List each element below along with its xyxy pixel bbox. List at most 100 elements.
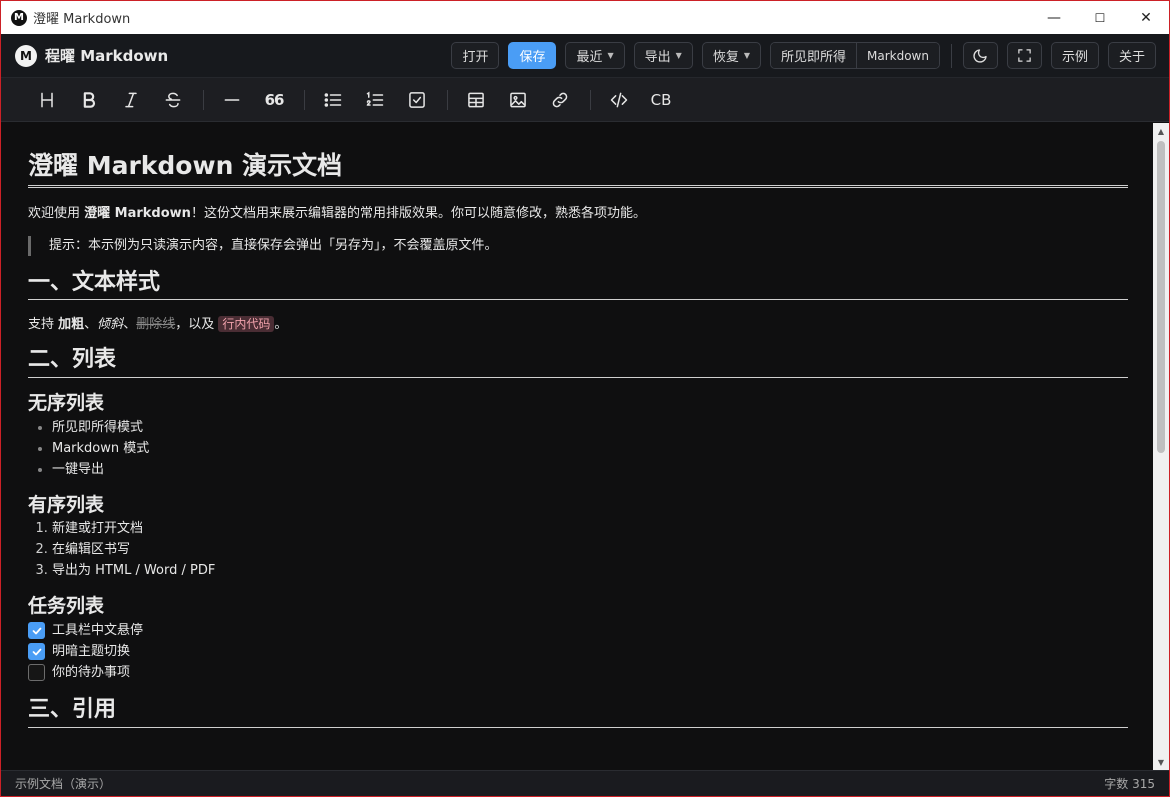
- brand-name: 程曜 Markdown: [45, 47, 169, 65]
- app-logo-icon: M: [11, 9, 27, 26]
- status-document-name: 示例文档（演示）: [15, 777, 112, 791]
- about-button[interactable]: 关于: [1107, 42, 1156, 69]
- list-item: 在编辑区书写: [52, 539, 1128, 560]
- italic-button[interactable]: [113, 85, 149, 115]
- export-dropdown[interactable]: 导出 ▼: [633, 42, 693, 69]
- table-button[interactable]: [458, 85, 494, 115]
- intro-text: ！这份文档用来展示编辑器的常用排版效果。你可以随意修改，熟悉各项功能。: [190, 206, 646, 221]
- task-label: 工具栏中文悬停: [52, 623, 144, 639]
- open-button[interactable]: 打开: [451, 42, 500, 69]
- image-button[interactable]: [500, 85, 536, 115]
- toolbar-divider: [590, 89, 591, 110]
- inline-code-button[interactable]: [601, 85, 637, 115]
- task-checkbox-checked[interactable]: [28, 622, 45, 640]
- toolbar-divider: [203, 89, 204, 110]
- mode-switch: 所见即所得 Markdown: [769, 42, 940, 69]
- horizontal-rule-icon: [224, 98, 240, 101]
- code-block-button[interactable]: CB: [643, 85, 679, 115]
- strikethrough-button[interactable]: [155, 85, 191, 115]
- status-bar: 示例文档（演示） 字数 315: [1, 770, 1169, 796]
- scrollbar-thumb[interactable]: [1157, 141, 1165, 453]
- recent-dropdown[interactable]: 最近 ▼: [565, 42, 625, 69]
- editor-scrollbar[interactable]: ▲ ▼: [1153, 123, 1169, 770]
- fullscreen-button[interactable]: [1006, 42, 1042, 69]
- scroll-down-icon[interactable]: ▼: [1153, 754, 1169, 770]
- intro-bold: 澄曜 Markdown: [84, 206, 191, 221]
- close-button[interactable]: ✕: [1123, 1, 1169, 34]
- italic-icon: [125, 92, 137, 107]
- heading-button[interactable]: [29, 85, 65, 115]
- intro-text: 欢迎使用: [28, 206, 85, 221]
- brand-logo-icon: M: [15, 44, 37, 67]
- editor-area[interactable]: 澄曜 Markdown 演示文档 欢迎使用 澄曜 Markdown！这份文档用来…: [1, 123, 1153, 770]
- section-heading-quote: 三、引用: [28, 697, 1128, 728]
- minimize-button[interactable]: —: [1031, 1, 1077, 34]
- toolbar-divider: [447, 89, 448, 110]
- task-item: 工具栏中文悬停: [28, 620, 1128, 641]
- scroll-up-icon[interactable]: ▲: [1153, 123, 1169, 139]
- brand: M 程曜 Markdown: [15, 44, 169, 67]
- link-icon: [552, 92, 568, 107]
- recent-label: 最近: [576, 50, 603, 65]
- section-heading-list: 二、列表: [28, 347, 1128, 378]
- caret-down-icon: ▼: [675, 51, 682, 60]
- quote-button[interactable]: 66: [256, 85, 292, 115]
- style-strike: 删除线: [136, 317, 176, 333]
- task-list: 工具栏中文悬停 明暗主题切换 你的待办事项: [28, 620, 1128, 683]
- check-icon: [32, 627, 41, 635]
- link-button[interactable]: [542, 85, 578, 115]
- quote-icon: 66: [264, 90, 285, 109]
- os-title-bar: M 澄曜 Markdown — ☐ ✕: [1, 1, 1169, 34]
- task-item: 明暗主题切换: [28, 641, 1128, 662]
- header-divider: [950, 43, 952, 68]
- maximize-button[interactable]: ☐: [1077, 1, 1123, 34]
- subheading-ordered: 有序列表: [28, 493, 105, 516]
- task-checkbox-checked[interactable]: [28, 643, 45, 661]
- bold-icon: [83, 91, 95, 108]
- restore-label: 恢复: [712, 50, 739, 65]
- mode-wysiwyg-button[interactable]: 所见即所得: [770, 43, 856, 68]
- subheading-tasks: 任务列表: [28, 595, 105, 618]
- app-window: M 澄曜 Markdown — ☐ ✕ M 程曜 Markdown 打开 保存 …: [1, 1, 1169, 796]
- unordered-list: 所见即所得模式 Markdown 模式 一键导出: [28, 417, 1128, 480]
- intro-paragraph: 欢迎使用 澄曜 Markdown！这份文档用来展示编辑器的常用排版效果。你可以随…: [28, 204, 1128, 224]
- task-checkbox-unchecked[interactable]: [28, 664, 45, 682]
- ordered-list: 新建或打开文档 在编辑区书写 导出为 HTML / Word / PDF: [28, 518, 1128, 581]
- style-text: 。: [274, 317, 288, 333]
- caret-down-icon: ▼: [607, 51, 614, 60]
- subheading-unordered: 无序列表: [28, 391, 105, 414]
- horizontal-rule-button[interactable]: [214, 85, 250, 115]
- style-inline-code: 行内代码: [218, 316, 275, 333]
- style-paragraph: 支持 加粗、倾斜、删除线，以及 行内代码。: [28, 314, 1128, 335]
- style-text: 支持: [28, 317, 59, 333]
- section-heading-text: 一、文本样式: [28, 270, 1128, 301]
- status-word-count: 字数 315: [1104, 777, 1155, 791]
- app-header: M 程曜 Markdown 打开 保存 最近 ▼ 导出 ▼ 恢复 ▼ 所见即所得 Ma…: [1, 34, 1169, 78]
- image-icon: [510, 92, 526, 107]
- theme-toggle-button[interactable]: [962, 42, 998, 69]
- fullscreen-icon: [1018, 49, 1031, 62]
- task-label: 你的待办事项: [52, 665, 131, 681]
- bullet-list-button[interactable]: [315, 85, 351, 115]
- style-text: 、: [123, 317, 137, 333]
- mode-markdown-button[interactable]: Markdown: [856, 43, 939, 68]
- list-item: 新建或打开文档: [52, 518, 1128, 539]
- list-item: 一键导出: [52, 459, 1128, 480]
- ordered-list-icon: [366, 91, 384, 106]
- moon-icon: [973, 48, 988, 63]
- save-button[interactable]: 保存: [508, 42, 557, 69]
- restore-dropdown[interactable]: 恢复 ▼: [701, 42, 761, 69]
- bold-button[interactable]: [71, 85, 107, 115]
- style-italic: 倾斜: [97, 317, 124, 333]
- heading-icon: [41, 92, 53, 107]
- task-item: 你的待办事项: [28, 662, 1128, 683]
- task-list-button[interactable]: [399, 85, 435, 115]
- ordered-list-button[interactable]: [357, 85, 393, 115]
- export-label: 导出: [644, 50, 671, 65]
- window-title: 澄曜 Markdown: [33, 12, 131, 27]
- checkbox-icon: [409, 91, 425, 108]
- code-block-icon: CB: [650, 90, 672, 109]
- toolbar-divider: [304, 89, 305, 110]
- style-text: 、: [84, 317, 98, 333]
- example-button[interactable]: 示例: [1050, 42, 1099, 69]
